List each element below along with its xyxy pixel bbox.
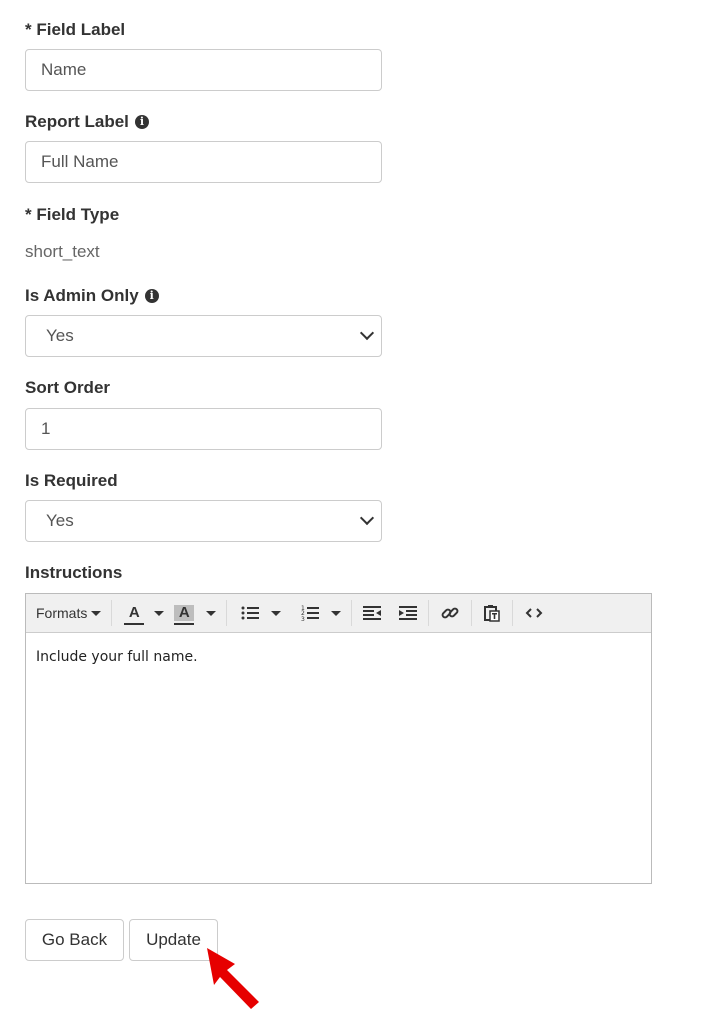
is-required-label: Is Required [25, 471, 118, 490]
numbered-list-button[interactable]: 1 2 3 [293, 594, 325, 632]
chevron-down-icon [359, 510, 375, 526]
info-icon[interactable]: i [134, 115, 149, 129]
is-required-selected-value: Yes [46, 511, 74, 530]
is-required-select[interactable]: Yes [25, 500, 382, 542]
caret-down-icon [331, 610, 342, 616]
text-color-dropdown[interactable] [148, 594, 174, 632]
paste-as-text-icon [484, 605, 501, 622]
indent-button[interactable] [390, 594, 428, 632]
bullet-list-dropdown[interactable] [265, 594, 293, 632]
link-button[interactable] [429, 594, 471, 632]
indent-icon [399, 606, 418, 620]
is-admin-only-select[interactable]: Yes [25, 315, 382, 357]
instructions-text: Include your full name. [36, 649, 198, 665]
source-code-icon [525, 608, 543, 618]
svg-text:3: 3 [301, 616, 305, 622]
is-admin-only-label: Is Admin Only i [25, 286, 159, 306]
numbered-list-icon: 1 2 3 [301, 605, 320, 622]
caret-down-icon [206, 610, 217, 616]
outdent-icon [363, 606, 382, 620]
chevron-down-icon [359, 325, 375, 341]
source-code-button[interactable] [513, 594, 555, 632]
bullet-list-icon [241, 606, 260, 620]
report-label-input[interactable] [25, 141, 382, 183]
link-icon [441, 607, 459, 619]
formats-dropdown[interactable]: Formats [26, 594, 111, 632]
background-color-icon: A [174, 605, 195, 625]
sort-order-label: Sort Order [25, 378, 111, 397]
formats-label: Formats [36, 605, 88, 621]
report-label-label: Report Label i [25, 112, 149, 132]
sort-order-input[interactable] [25, 408, 382, 450]
info-icon[interactable]: i [144, 289, 159, 303]
outdent-button[interactable] [352, 594, 390, 632]
background-color-dropdown[interactable] [198, 594, 226, 632]
go-back-button[interactable]: Go Back [25, 919, 124, 961]
field-label-input[interactable] [25, 49, 382, 91]
caret-down-icon [271, 610, 282, 616]
numbered-list-dropdown[interactable] [325, 594, 351, 632]
paste-as-text-button[interactable] [472, 594, 512, 632]
text-color-icon: A [124, 605, 145, 625]
editor-content-area[interactable]: Include your full name. [26, 633, 651, 681]
text-color-button[interactable]: A [112, 594, 148, 632]
instructions-label: Instructions [25, 563, 123, 582]
field-label-label: * Field Label [25, 20, 126, 39]
red-arrow-cursor-icon [207, 948, 259, 1009]
bullet-list-button[interactable] [227, 594, 265, 632]
editor-toolbar: Formats A A 1 2 3 [26, 594, 651, 633]
field-type-value: short_text [25, 242, 100, 261]
is-admin-only-selected-value: Yes [46, 326, 74, 345]
caret-down-icon [154, 610, 165, 616]
caret-down-icon [91, 610, 102, 616]
field-type-label: * Field Type [25, 205, 120, 224]
instructions-editor: Formats A A 1 2 3 Include your full name… [25, 593, 652, 884]
background-color-button[interactable]: A [174, 594, 198, 632]
